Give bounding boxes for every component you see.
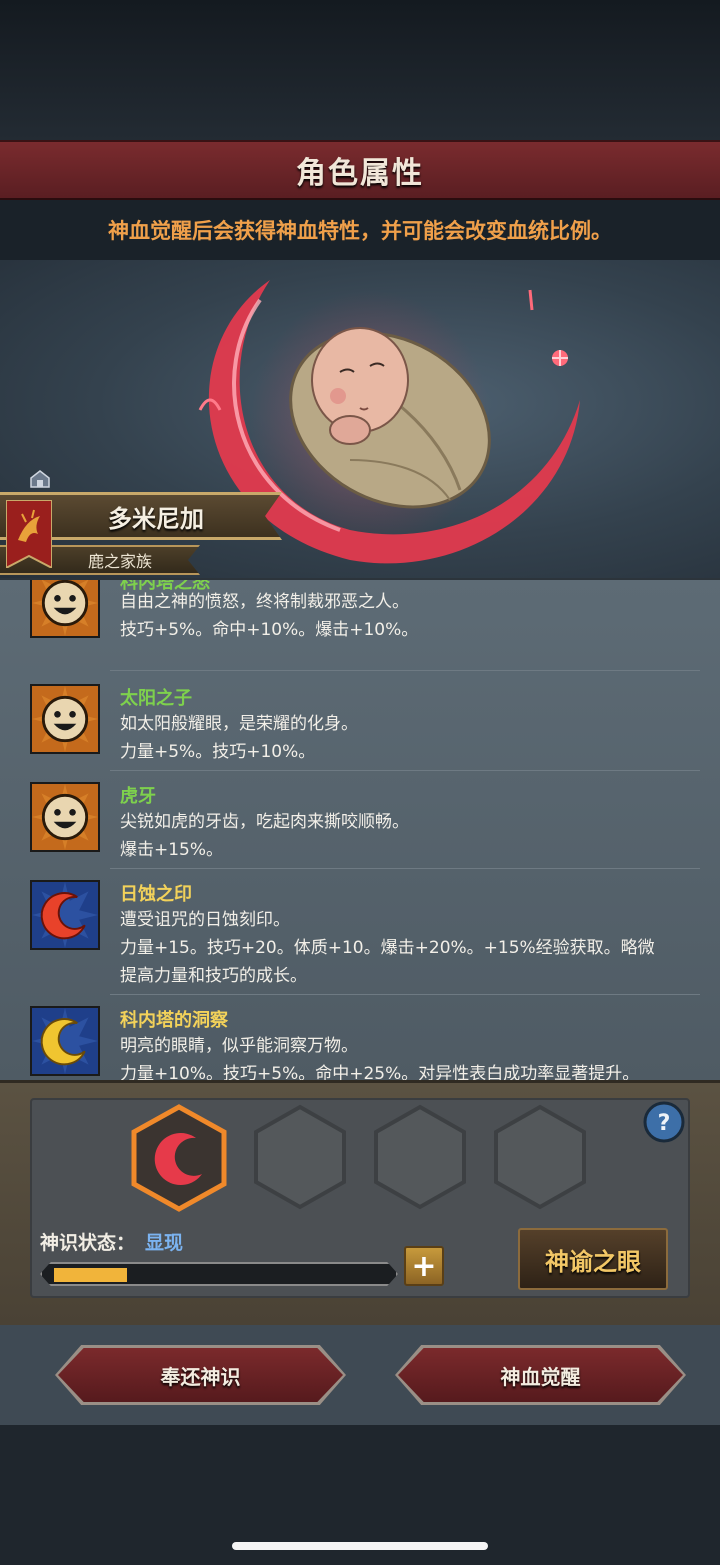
smiley-face-icon (30, 580, 100, 638)
divine-sense-status-value: 显现 (145, 1232, 184, 1254)
trait-effect: 力量+5%。技巧+10%。 (120, 742, 316, 762)
subtitle-bar: 神血觉醒后会获得神血特性，并可能会改变血统比例。 (0, 200, 720, 260)
oracle-eye-label: 神谕之眼 (545, 1247, 641, 1276)
trait-name: 太阳之子 (120, 688, 192, 709)
page-title: 角色属性 (296, 156, 424, 191)
page-subtitle: 神血觉醒后会获得神血特性，并可能会改变血统比例。 (108, 219, 612, 243)
divine-sense-status-label: 神识状态： (40, 1232, 136, 1254)
trait-name: 日蚀之印 (120, 884, 192, 905)
return-divine-sense-button[interactable]: 奉还神识 (58, 1348, 343, 1402)
divider (110, 868, 700, 869)
divider (110, 670, 700, 671)
trait-effect: 技巧+5%。命中+10%。爆击+10%。 (120, 620, 419, 640)
help-icon[interactable]: ? (643, 1101, 685, 1143)
character-name: 多米尼加 (108, 504, 204, 533)
divine-sense-slot-active[interactable] (130, 1104, 228, 1212)
divine-sense-progress-bar (40, 1262, 398, 1286)
gold-crescent-icon (30, 1006, 100, 1076)
divider (110, 994, 700, 995)
plus-icon: + (411, 1248, 437, 1284)
divine-blood-awaken-label: 神血觉醒 (500, 1364, 581, 1389)
help-label: ? (658, 1111, 671, 1136)
smiley-face-icon (30, 782, 100, 852)
house-icon (30, 470, 50, 488)
smiley-face-icon (30, 684, 100, 754)
divine-blood-awaken-button[interactable]: 神血觉醒 (398, 1348, 683, 1402)
return-divine-sense-label: 奉还神识 (160, 1364, 241, 1389)
trait-effect-continued: 提高力量和技巧的成长。 (120, 966, 307, 986)
trait-effect: 力量+10%。技巧+5%。命中+25%。对异性表白成功率显著提升。 (120, 1064, 640, 1080)
trait-description: 如太阳般耀眼，是荣耀的化身。 (120, 714, 358, 734)
add-button[interactable]: + (404, 1246, 444, 1286)
trait-description: 自由之神的愤怒，终将制裁邪恶之人。 (120, 592, 409, 612)
divine-sense-slot-empty[interactable] (492, 1104, 588, 1210)
progress-fill (54, 1268, 127, 1282)
deer-crest-icon[interactable] (6, 500, 52, 568)
trait-description: 明亮的眼睛，似乎能洞察万物。 (120, 1036, 358, 1056)
trait-effect: 爆击+15%。 (120, 840, 224, 860)
red-crescent-icon (30, 880, 100, 950)
divider (110, 770, 700, 771)
trait-description: 遭受诅咒的日蚀刻印。 (120, 910, 290, 930)
trait-description: 尖锐如虎的牙齿，吃起肉来撕咬顺畅。 (120, 812, 409, 832)
title-banner: 角色属性 (0, 140, 720, 200)
divine-sense-slot-empty[interactable] (252, 1104, 348, 1210)
trait-name: 科内塔的洞察 (120, 1010, 228, 1031)
trait-name: 虎牙 (120, 786, 156, 807)
oracle-eye-button[interactable]: 神谕之眼 (518, 1228, 668, 1290)
trait-list[interactable]: 科内塔之怒 自由之神的愤怒，终将制裁邪恶之人。 技巧+5%。命中+10%。爆击+… (0, 578, 720, 1080)
family-name: 鹿之家族 (87, 552, 152, 571)
top-background (0, 0, 720, 140)
trait-effect: 力量+15。技巧+20。体质+10。爆击+20%。+15%经验获取。略微 (120, 938, 655, 958)
divine-sense-slot-empty[interactable] (372, 1104, 468, 1210)
home-indicator[interactable] (232, 1542, 488, 1550)
